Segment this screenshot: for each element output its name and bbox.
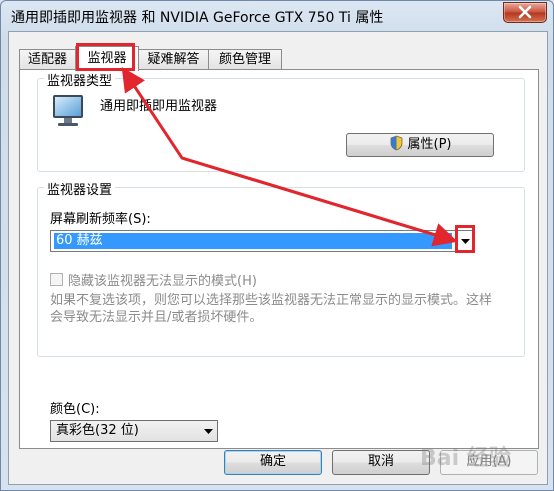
dialog-client-area: 适配器 监视器 疑难解答 颜色管理 监视器类型 通用即插即用监视器 属性(P) …	[8, 31, 548, 485]
color-depth-dropdown[interactable]: 真彩色(32 位)	[50, 420, 218, 442]
close-icon	[518, 5, 532, 19]
monitor-name: 通用即插即用监视器	[100, 99, 218, 114]
color-label: 颜色(C):	[50, 402, 100, 417]
monitor-settings-group-label: 监视器设置	[44, 179, 116, 198]
watermark-logo: Bai 经验	[420, 446, 511, 471]
close-button[interactable]	[503, 2, 547, 23]
tab-troubleshoot[interactable]: 疑难解答	[137, 49, 210, 70]
properties-button-label: 属性(P)	[407, 137, 452, 152]
refresh-rate-dropdown[interactable]: 60 赫兹	[50, 230, 475, 252]
dropdown-highlight-box	[455, 225, 475, 253]
refresh-rate-value: 60 赫兹	[54, 233, 452, 249]
cancel-button[interactable]: 取消	[332, 450, 430, 475]
chevron-down-icon	[204, 429, 213, 434]
color-depth-dropdown-arrow[interactable]	[199, 421, 217, 441]
hide-modes-label: 隐藏该监视器无法显示的模式(H)	[68, 274, 257, 289]
ok-button[interactable]: 确定	[224, 450, 322, 475]
uac-shield-icon	[390, 135, 402, 151]
hide-modes-checkbox[interactable]	[50, 273, 63, 286]
title-bar[interactable]: 通用即插即用监视器 和 NVIDIA GeForce GTX 750 Ti 属性	[1, 1, 553, 31]
monitor-tab-panel: 监视器类型 通用即插即用监视器 属性(P) 监视器设置 屏幕刷新频率(S): 6…	[19, 69, 539, 449]
monitor-type-group-label: 监视器类型	[44, 70, 116, 89]
hide-modes-warning: 如果不复选该项，则您可以选择那些该监视器无法正常显示的显示模式。这样会导致无法显…	[50, 293, 493, 325]
refresh-rate-label: 屏幕刷新频率(S):	[50, 212, 151, 227]
properties-button[interactable]: 属性(P)	[346, 133, 494, 157]
monitor-type-group: 监视器类型 通用即插即用监视器 属性(P)	[37, 70, 525, 172]
tab-highlight-box	[76, 43, 135, 71]
monitor-settings-group: 监视器设置 屏幕刷新频率(S): 60 赫兹 隐藏该监视器无法显示的模式(H) …	[37, 179, 525, 357]
tab-adapter[interactable]: 适配器	[19, 49, 76, 70]
color-depth-value: 真彩色(32 位)	[56, 423, 139, 438]
monitor-icon	[53, 95, 83, 126]
tab-color-management[interactable]: 颜色管理	[208, 49, 282, 70]
window-title: 通用即插即用监视器 和 NVIDIA GeForce GTX 750 Ti 属性	[11, 10, 384, 26]
